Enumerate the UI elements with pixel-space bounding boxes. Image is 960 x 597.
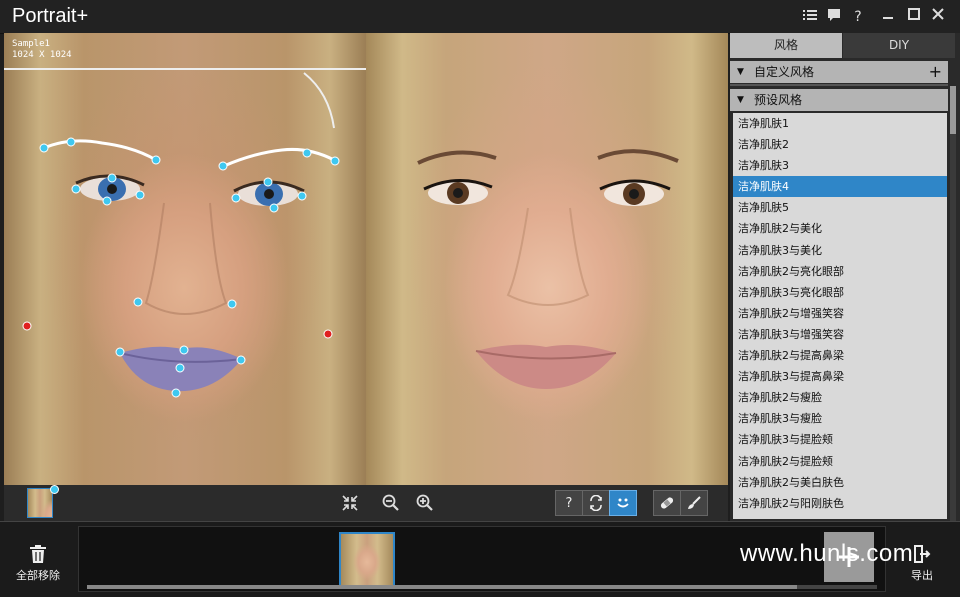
list-item[interactable]: 洁净肌肤3与美化 — [733, 240, 947, 261]
list-item[interactable]: 洁净肌肤5 — [733, 197, 947, 218]
remove-all-label: 全部移除 — [16, 569, 60, 582]
list-icon[interactable] — [803, 8, 821, 26]
collapse-arrow-icon: ▼ — [737, 67, 744, 77]
right-view-toolbar: ? — [366, 485, 728, 521]
list-item[interactable]: 洁净肌肤2与美白肤色 — [733, 472, 947, 493]
original-photo-view[interactable]: Sample1 1024 X 1024 — [4, 33, 366, 485]
divider — [730, 84, 948, 86]
list-item[interactable]: 洁净肌肤2 — [733, 134, 947, 155]
brush-icon[interactable] — [680, 490, 708, 516]
close-icon[interactable] — [932, 8, 950, 26]
bandage-icon[interactable] — [653, 490, 681, 516]
add-icon[interactable]: + — [929, 61, 942, 83]
help-button[interactable]: ? — [849, 8, 867, 26]
export-label: 导出 — [911, 569, 933, 582]
list-item[interactable]: 洁净肌肤3与提脸颊 — [733, 429, 947, 450]
tab-diy[interactable]: DIY — [843, 33, 955, 58]
watermark-text: www.hunls.com — [740, 540, 914, 567]
custom-style-label: 自定义风格 — [754, 65, 815, 79]
preset-list[interactable]: 洁净肌肤1 洁净肌肤2 洁净肌肤3 洁净肌肤4 洁净肌肤5 洁净肌肤2与美化 洁… — [733, 113, 947, 519]
list-item[interactable]: 洁净肌肤2与提高鼻梁 — [733, 345, 947, 366]
zoom-in-icon[interactable] — [414, 492, 436, 514]
list-item[interactable]: 洁净肌肤2与亮化眼部 — [733, 261, 947, 282]
style-panel: 风格 DIY ▼ 自定义风格 + ▼ 预设风格 洁净肌肤1 洁净肌肤2 洁净肌肤… — [730, 33, 960, 521]
photo-thumbnail[interactable] — [339, 532, 395, 588]
scrollbar-thumb[interactable] — [87, 585, 797, 589]
collapse-arrow-icon: ▼ — [737, 95, 744, 105]
list-item[interactable]: 洁净肌肤2与瘦脸 — [733, 387, 947, 408]
title-bar: Portrait+ ? — [0, 0, 960, 34]
list-item-selected[interactable]: 洁净肌肤4 — [733, 176, 947, 198]
fit-to-window-icon[interactable] — [340, 493, 360, 513]
list-item[interactable]: 洁净肌肤2与增强笑容 — [733, 303, 947, 324]
filmstrip-scrollbar[interactable] — [87, 585, 877, 589]
preset-style-label: 预设风格 — [754, 93, 803, 107]
scrollbar[interactable] — [950, 86, 956, 521]
swap-compare-icon[interactable] — [582, 490, 610, 516]
face-illustration — [417, 149, 679, 389]
trash-icon — [30, 545, 46, 563]
help-toggle-button[interactable]: ? — [555, 490, 583, 516]
scrollbar-thumb[interactable] — [950, 86, 956, 134]
list-item[interactable]: 洁净肌肤1 — [733, 113, 947, 134]
result-photo-view[interactable] — [366, 33, 728, 485]
tab-style[interactable]: 风格 — [730, 33, 842, 58]
divider — [4, 68, 366, 70]
list-item[interactable]: 洁净肌肤3 — [733, 155, 947, 176]
custom-style-section[interactable]: ▼ 自定义风格 + — [730, 61, 948, 83]
list-item[interactable]: 洁净肌肤3与增强笑容 — [733, 324, 947, 345]
remove-all-button[interactable]: 全部移除 — [14, 540, 62, 588]
image-info-label: Sample1 1024 X 1024 — [12, 39, 72, 60]
list-item[interactable]: 洁净肌肤3与瘦脸 — [733, 408, 947, 429]
minimize-icon[interactable] — [882, 8, 900, 26]
face-illustration — [22, 72, 340, 398]
face-thumbnail[interactable] — [27, 488, 53, 518]
preset-style-section[interactable]: ▼ 预设风格 — [730, 89, 948, 111]
chat-icon[interactable] — [827, 8, 845, 26]
maximize-icon[interactable] — [908, 8, 926, 26]
indicator-dot — [50, 485, 59, 494]
list-item[interactable]: 洁净肌肤2与提脸颊 — [733, 451, 947, 472]
app-title: Portrait+ — [12, 5, 89, 27]
face-detect-icon[interactable] — [609, 490, 637, 516]
list-item[interactable]: 洁净肌肤3与亮化眼部 — [733, 282, 947, 303]
left-view-toolbar — [4, 485, 366, 521]
list-item[interactable]: 洁净肌肤2与阳刚肤色 — [733, 493, 947, 514]
list-item[interactable]: 洁净肌肤2与美化 — [733, 218, 947, 239]
export-icon — [914, 545, 931, 563]
list-item[interactable]: 洁净肌肤3与提高鼻梁 — [733, 366, 947, 387]
zoom-out-icon[interactable] — [380, 492, 402, 514]
